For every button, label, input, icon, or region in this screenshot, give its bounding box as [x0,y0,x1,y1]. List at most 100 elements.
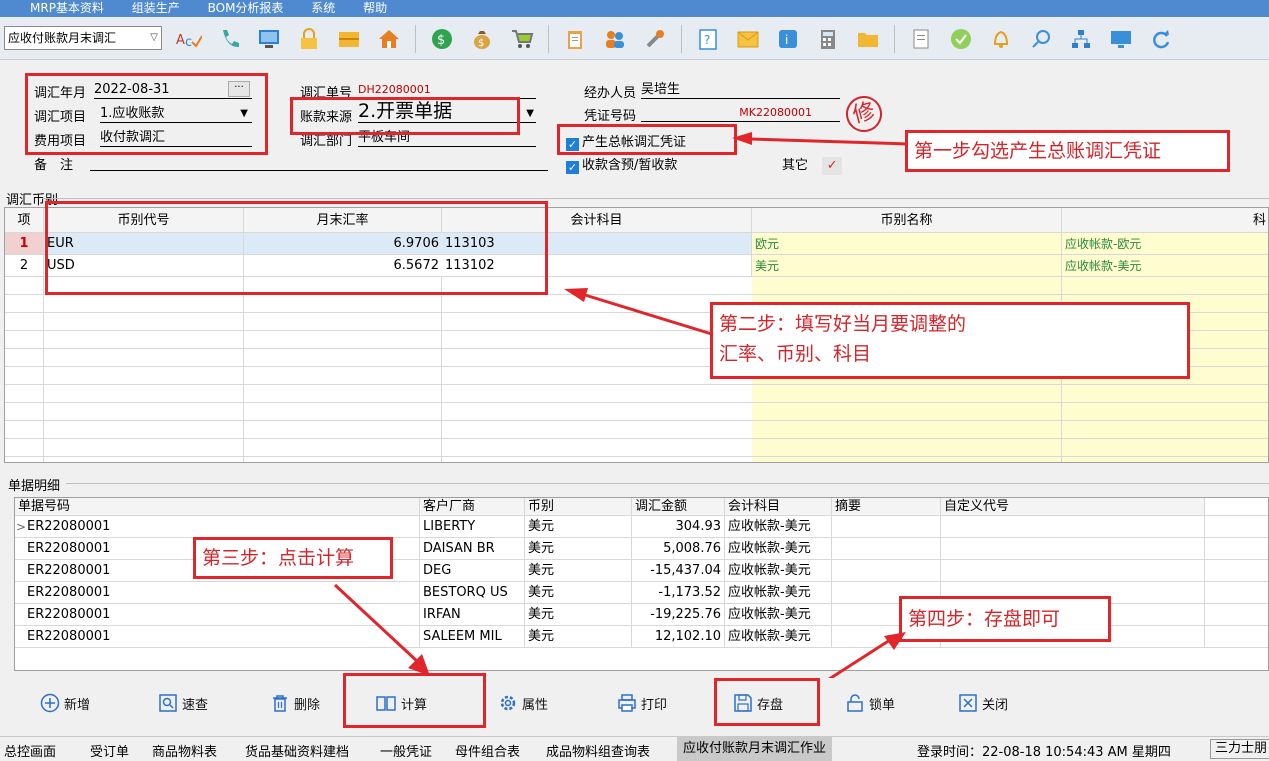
col-header-account[interactable]: 会计科目 [725,498,832,515]
menu-bom[interactable]: BOM分析报表 [208,1,284,15]
col-header-customer[interactable]: 客户厂商 [420,498,525,515]
users-icon[interactable] [601,25,629,53]
cell-account[interactable]: 应收帐款-美元 [725,582,832,603]
tab-item-bom[interactable]: 商品物料表 [152,741,217,760]
tab-finished-bom-query[interactable]: 成品物料组查询表 [546,741,650,760]
lock-icon[interactable] [295,25,323,53]
cell-summary[interactable] [832,538,941,559]
tab-general-voucher[interactable]: 一般凭证 [380,741,432,760]
cell-summary[interactable] [832,560,941,581]
doc-no-field[interactable]: DH22080001 [358,81,536,99]
cell-account[interactable]: 应收帐款-美元 [725,560,832,581]
dollar-icon[interactable]: $ [428,25,456,53]
calculate-button[interactable]: 计算 [375,688,427,718]
menu-help[interactable]: 帮助 [363,1,387,15]
col-header-account[interactable]: 会计科目 [442,208,752,232]
menu-mrp[interactable]: MRP基本资料 [30,1,104,15]
close-button[interactable]: 关闭 [958,688,1008,718]
cell-amount[interactable]: -19,225.76 [632,604,725,625]
mail-icon[interactable] [734,25,762,53]
cell-rate[interactable]: 6.5672 [244,255,442,276]
tab-ar-ap-revaluation[interactable]: 应收付账款月末调汇作业 [677,737,833,761]
lock-button[interactable]: 锁单 [845,688,895,718]
document-icon[interactable] [907,25,935,53]
cell-custom-code[interactable] [941,560,1205,581]
cell-currency[interactable]: 美元 [525,560,632,581]
cell-currency[interactable]: 美元 [525,516,632,537]
phone-icon[interactable] [215,25,243,53]
cell-currency[interactable]: 美元 [525,582,632,603]
cell-account[interactable]: 应收帐款-美元 [725,516,832,537]
col-header-doc-no[interactable]: 单据号码 [15,498,420,515]
cell-customer[interactable]: DAISAN BR [420,538,525,559]
tab-item-master[interactable]: 货品基础资料建档 [245,741,349,760]
table-row[interactable]: ER22080001 LIBERTY 美元 304.93 应收帐款-美元 > [15,516,1268,538]
add-button[interactable]: 新增 [40,688,90,718]
display-icon[interactable] [1107,25,1135,53]
col-header-amount[interactable]: 调汇金额 [632,498,725,515]
cell-amount[interactable]: 304.93 [632,516,725,537]
save-button[interactable]: 存盘 [733,688,783,718]
refresh-icon[interactable] [1147,25,1175,53]
fee-field[interactable]: 收付款调汇 [100,129,252,147]
home-icon[interactable] [375,25,403,53]
cell-currency[interactable]: 美元 [525,538,632,559]
include-prepay-checkbox[interactable]: ✓ 收款含预/暂收款 [566,154,677,174]
bell-icon[interactable] [987,25,1015,53]
quick-search-button[interactable]: 速查 [158,688,208,718]
spellcheck-icon[interactable]: Ac [175,25,203,53]
cell-account[interactable]: 113103 [442,233,752,254]
folder-icon[interactable] [854,25,882,53]
module-select[interactable]: 应收付账款月末调汇 ▽ [4,26,162,50]
table-row[interactable]: 1 EUR 6.9706 113103 欧元 应收帐款-欧元 [5,233,1268,255]
inbox-icon[interactable] [335,25,363,53]
handler-field[interactable]: 吴培生 [641,81,840,99]
search-icon[interactable] [1027,25,1055,53]
properties-button[interactable]: 属性 [498,688,548,718]
col-header-code[interactable]: 币别代号 [44,208,244,232]
network-icon[interactable] [1067,25,1095,53]
info-icon[interactable]: i [774,25,802,53]
monitor-icon[interactable] [255,25,283,53]
tab-dashboard[interactable]: 总控画面 [4,741,56,760]
cell-doc-no[interactable]: ER22080001 [15,516,420,537]
item-select[interactable]: 1.应收账款 ▼ [100,105,252,123]
cell-account[interactable]: 应收帐款-美元 [725,626,832,647]
cell-amount[interactable]: -1,173.52 [632,582,725,603]
source-select[interactable]: 2.开票单据 ▼ [358,101,536,123]
cell-summary[interactable] [832,516,941,537]
menu-system[interactable]: 系统 [311,1,335,15]
cell-code[interactable]: USD [44,255,244,276]
remark-field[interactable] [90,153,548,171]
month-field[interactable]: 2022-08-31 ··· [94,81,252,99]
tab-sales-order[interactable]: 受订单 [90,741,129,760]
table-row[interactable]: 2 USD 6.5672 113102 美元 应收帐款-美元 [5,255,1268,277]
cell-customer[interactable]: DEG [420,560,525,581]
cell-account[interactable]: 应收帐款-美元 [725,604,832,625]
gen-voucher-checkbox[interactable]: ✓ 产生总帐调汇凭证 [566,131,686,151]
cell-custom-code[interactable] [941,516,1205,537]
check-circle-icon[interactable] [947,25,975,53]
cell-amount[interactable]: -15,437.04 [632,560,725,581]
print-button[interactable]: 打印 [617,688,667,718]
cell-account[interactable]: 应收帐款-美元 [725,538,832,559]
voucher-field[interactable]: MK22080001 [641,104,840,122]
cell-custom-code[interactable] [941,538,1205,559]
cell-amount[interactable]: 5,008.76 [632,538,725,559]
money-bag-icon[interactable]: $ [468,25,496,53]
col-header-summary[interactable]: 摘要 [832,498,941,515]
cell-currency[interactable]: 美元 [525,604,632,625]
cell-rate[interactable]: 6.9706 [244,233,442,254]
help-doc-icon[interactable]: ? [694,25,722,53]
cell-amount[interactable]: 12,102.10 [632,626,725,647]
calculator-icon[interactable] [814,25,842,53]
col-header-idx[interactable]: 项 [5,208,44,232]
clipboard-icon[interactable] [561,25,589,53]
cell-currency[interactable]: 美元 [525,626,632,647]
menu-assembly[interactable]: 组装生产 [132,1,180,15]
col-header-subject[interactable]: 科 [1062,208,1268,232]
cell-customer[interactable]: LIBERTY [420,516,525,537]
cart-icon[interactable] [508,25,536,53]
ellipsis-button[interactable]: ··· [228,81,250,97]
tab-parent-assembly[interactable]: 母件组合表 [455,741,520,760]
